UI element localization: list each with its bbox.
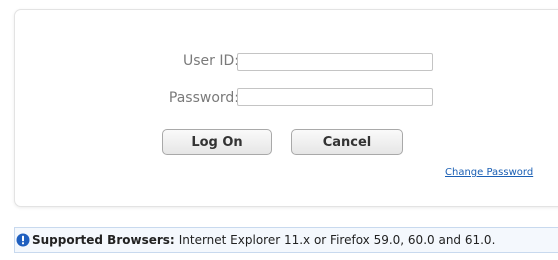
login-panel: User ID: Password: Log On Cancel Change … <box>14 9 558 207</box>
userid-input[interactable] <box>237 53 433 71</box>
change-password-link[interactable]: Change Password <box>445 167 533 178</box>
notice-label: Supported Browsers: <box>32 233 175 247</box>
supported-browsers-notice: Supported Browsers: Internet Explorer 11… <box>14 227 558 253</box>
password-label: Password: <box>168 90 239 106</box>
userid-label: User ID: <box>183 53 239 69</box>
info-icon <box>16 233 30 247</box>
logon-button[interactable]: Log On <box>162 129 272 155</box>
logon-page: User ID: Password: Log On Cancel Change … <box>0 0 558 260</box>
cancel-button[interactable]: Cancel <box>291 129 403 155</box>
notice-text: Internet Explorer 11.x or Firefox 59.0, … <box>178 233 496 247</box>
password-input[interactable] <box>237 88 433 106</box>
